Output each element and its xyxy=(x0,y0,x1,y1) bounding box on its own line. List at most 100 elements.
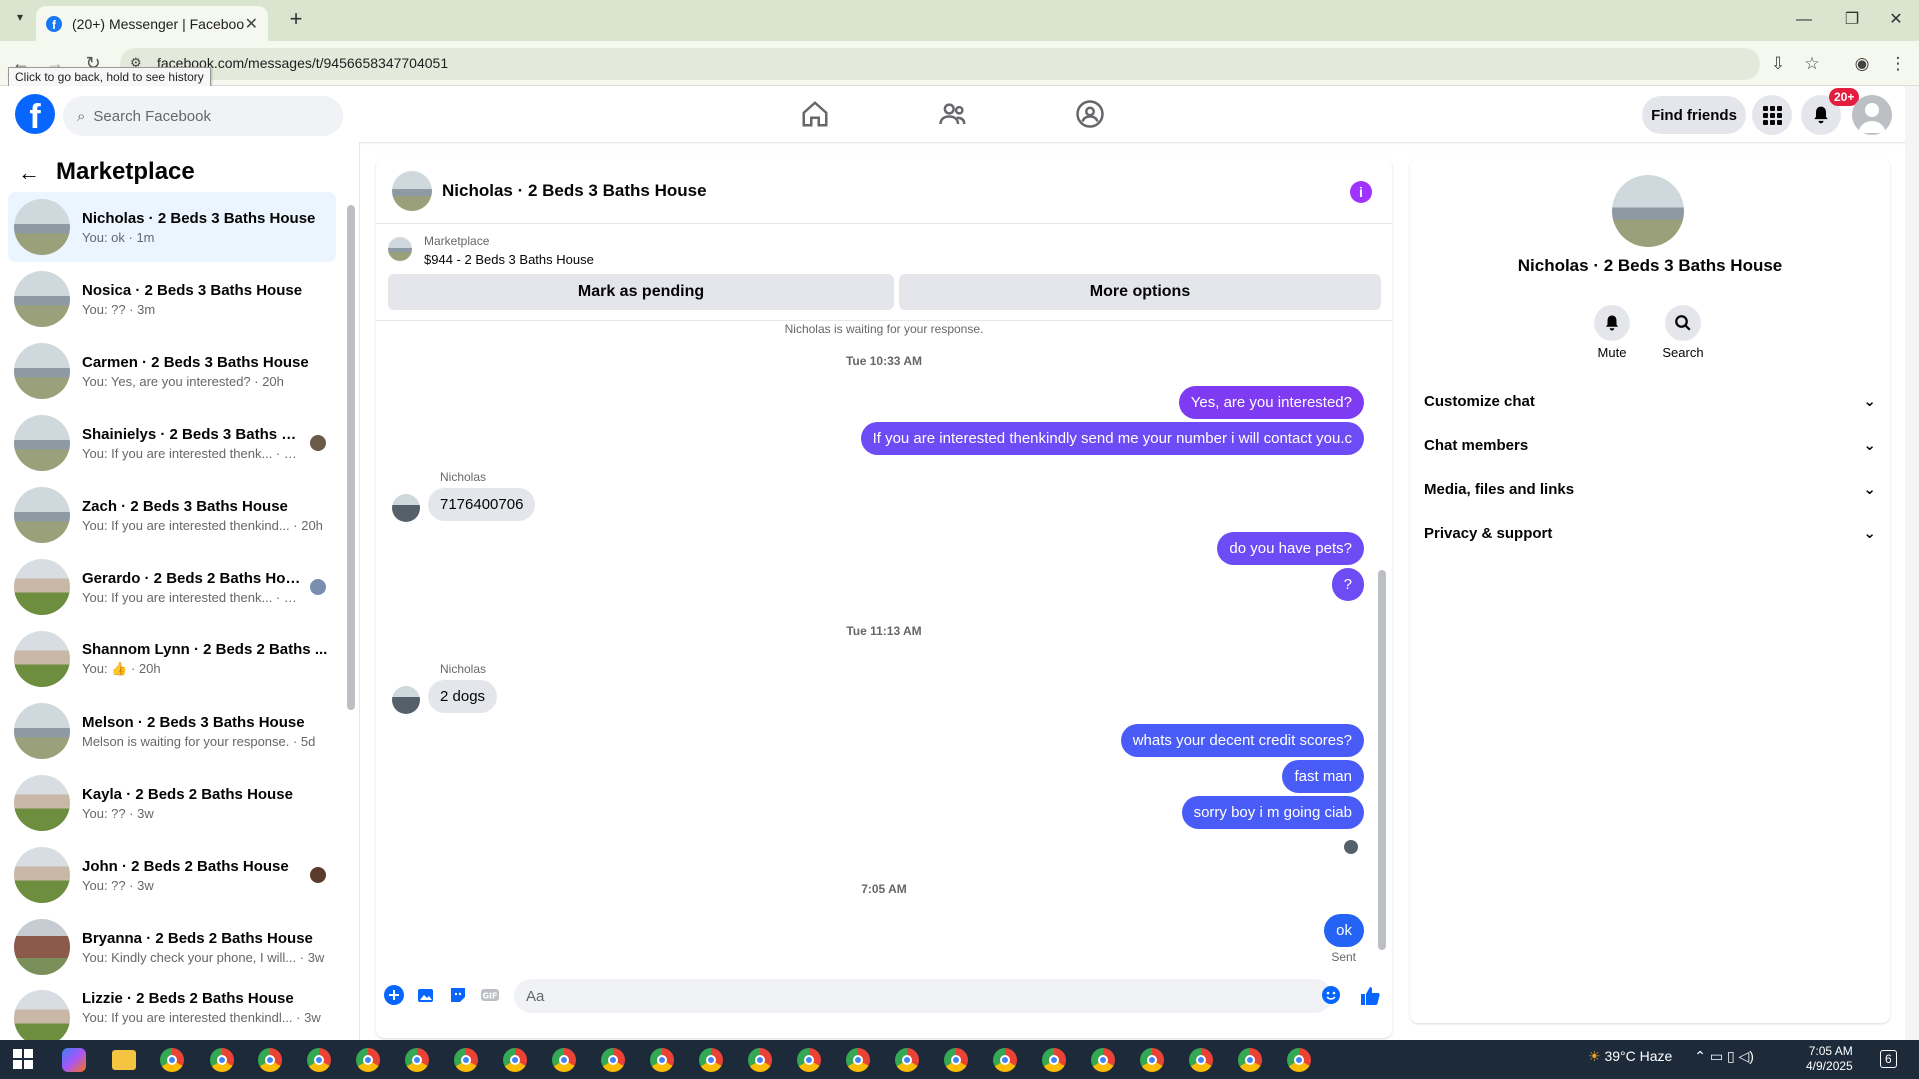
listing-thumbnail xyxy=(14,631,70,687)
chrome-icon[interactable] xyxy=(1091,1048,1115,1072)
conversation-item[interactable]: Shannom Lynn · 2 Beds 2 Baths ... You: 👍 … xyxy=(8,624,336,694)
conversation-item[interactable]: Kayla · 2 Beds 2 Baths House You: ?? · 3w xyxy=(8,768,336,838)
back-arrow-icon[interactable]: ← xyxy=(18,160,40,186)
add-plus-icon[interactable] xyxy=(383,985,405,1007)
close-tab-icon[interactable]: ✕ xyxy=(245,14,258,34)
chrome-icon[interactable] xyxy=(699,1048,723,1072)
chrome-icon[interactable] xyxy=(356,1048,380,1072)
outgoing-message[interactable]: ? xyxy=(1331,568,1364,601)
outgoing-message[interactable]: ok xyxy=(1324,914,1364,947)
chrome-icon[interactable] xyxy=(1287,1048,1311,1072)
info-icon[interactable]: i xyxy=(1350,181,1372,203)
conversation-item[interactable]: Bryanna · 2 Beds 2 Baths House You: Kindl… xyxy=(8,912,336,982)
like-thumbs-up-icon[interactable] xyxy=(1359,985,1381,1007)
chrome-icon[interactable] xyxy=(1238,1048,1262,1072)
outgoing-message[interactable]: Yes, are you interested? xyxy=(1178,386,1364,419)
chrome-icon[interactable] xyxy=(405,1048,429,1072)
profile-icon[interactable]: ◉ xyxy=(1850,52,1874,76)
chrome-icon[interactable] xyxy=(944,1048,968,1072)
chrome-icon[interactable] xyxy=(258,1048,282,1072)
sender-avatar[interactable] xyxy=(392,494,420,522)
sticker-icon[interactable] xyxy=(447,985,469,1007)
chat-members-row[interactable]: Chat members ⌄ xyxy=(1424,427,1876,463)
outgoing-message[interactable]: sorry boy i m going ciab xyxy=(1181,796,1364,829)
facebook-logo-icon[interactable]: f xyxy=(15,94,55,134)
chrome-icon[interactable] xyxy=(895,1048,919,1072)
close-window-icon[interactable]: ✕ xyxy=(1876,6,1916,34)
chrome-icon[interactable] xyxy=(846,1048,870,1072)
customize-chat-row[interactable]: Customize chat ⌄ xyxy=(1424,383,1876,419)
gif-icon[interactable]: GIF xyxy=(479,985,501,1007)
message-scrollbar[interactable] xyxy=(1378,570,1386,950)
message-input[interactable]: Aa xyxy=(514,979,1332,1013)
input-placeholder: Aa xyxy=(526,987,545,1005)
conversation-item[interactable]: Zach · 2 Beds 3 Baths House You: If you a… xyxy=(8,480,336,550)
copilot-icon[interactable] xyxy=(62,1048,86,1072)
chrome-icon[interactable] xyxy=(797,1048,821,1072)
search-chat-icon[interactable] xyxy=(1665,305,1701,341)
media-files-links-row[interactable]: Media, files and links ⌄ xyxy=(1424,471,1876,507)
weather-widget[interactable]: ☀ 39°C Haze ⌃ ▭ ▯ ◁) xyxy=(1588,1048,1754,1065)
conversation-item[interactable]: Nosica · 2 Beds 3 Baths House You: ?? · 3… xyxy=(8,264,336,334)
conversation-name: Gerardo · 2 Beds 2 Baths House xyxy=(82,569,304,587)
chrome-icon[interactable] xyxy=(160,1048,184,1072)
sender-avatar[interactable] xyxy=(392,686,420,714)
find-friends-button[interactable]: Find friends xyxy=(1642,96,1746,134)
conversation-item[interactable]: Gerardo · 2 Beds 2 Baths House You: If yo… xyxy=(8,552,336,622)
chrome-icon[interactable] xyxy=(601,1048,625,1072)
tab-list-icon[interactable]: ▾ xyxy=(10,10,30,30)
incoming-message[interactable]: 2 dogs xyxy=(428,680,498,713)
privacy-support-row[interactable]: Privacy & support ⌄ xyxy=(1424,515,1876,551)
outgoing-message[interactable]: whats your decent credit scores? xyxy=(1120,724,1364,757)
file-explorer-icon[interactable] xyxy=(112,1050,136,1070)
tray-icons[interactable]: ⌃ ▭ ▯ ◁) xyxy=(1694,1048,1754,1064)
chrome-icon[interactable] xyxy=(307,1048,331,1072)
chat-list-scrollbar[interactable] xyxy=(347,205,355,710)
outgoing-message[interactable]: do you have pets? xyxy=(1217,532,1364,565)
account-avatar[interactable] xyxy=(1852,95,1892,135)
chrome-icon[interactable] xyxy=(454,1048,478,1072)
photo-icon[interactable] xyxy=(415,985,437,1007)
conversation-item[interactable]: Lizzie · 2 Beds 2 Baths House You: If you… xyxy=(8,984,336,1040)
browser-menu-icon[interactable]: ⋮ xyxy=(1886,52,1910,76)
conversation-item[interactable]: John · 2 Beds 2 Baths House You: ?? · 3w xyxy=(8,840,336,910)
groups-icon[interactable] xyxy=(1070,99,1110,133)
system-clock[interactable]: 7:05 AM 4/9/2025 xyxy=(1806,1044,1853,1074)
new-tab-icon[interactable]: + xyxy=(284,8,308,32)
restore-icon[interactable]: ❐ xyxy=(1832,6,1872,34)
more-options-button[interactable]: More options xyxy=(899,274,1381,310)
chrome-icon[interactable] xyxy=(650,1048,674,1072)
windows-start-icon[interactable] xyxy=(12,1048,34,1070)
page-scrollbar[interactable] xyxy=(1905,86,1919,1040)
chat-header[interactable]: Nicholas · 2 Beds 3 Baths House xyxy=(376,158,1392,224)
notification-center-icon[interactable]: 6 xyxy=(1880,1050,1897,1068)
friends-icon[interactable] xyxy=(933,99,973,133)
install-app-icon[interactable]: ⇩ xyxy=(1766,52,1790,76)
conversation-item[interactable]: Melson · 2 Beds 3 Baths House Melson is w… xyxy=(8,696,336,766)
chrome-icon[interactable] xyxy=(552,1048,576,1072)
mute-bell-icon[interactable] xyxy=(1594,305,1630,341)
conversation-item[interactable]: Shainielys · 2 Beds 3 Baths Ho... You: If… xyxy=(8,408,336,478)
outgoing-message[interactable]: fast man xyxy=(1282,760,1364,793)
emoji-icon[interactable] xyxy=(1320,985,1342,1007)
chrome-icon[interactable] xyxy=(503,1048,527,1072)
chrome-icon[interactable] xyxy=(1042,1048,1066,1072)
outgoing-message[interactable]: If you are interested thenkindly send me… xyxy=(860,422,1364,455)
listing-thumbnail xyxy=(14,487,70,543)
chrome-icon[interactable] xyxy=(993,1048,1017,1072)
menu-grid-icon[interactable] xyxy=(1752,95,1792,135)
mark-as-pending-button[interactable]: Mark as pending xyxy=(388,274,894,310)
home-icon[interactable] xyxy=(795,99,835,133)
browser-tab[interactable]: f (20+) Messenger | Facebook ✕ xyxy=(36,6,268,41)
conversation-item[interactable]: Carmen · 2 Beds 3 Baths House You: Yes, a… xyxy=(8,336,336,406)
minimize-icon[interactable]: — xyxy=(1784,6,1824,34)
chrome-icon[interactable] xyxy=(1189,1048,1213,1072)
incoming-message[interactable]: 7176400706 xyxy=(428,488,536,521)
search-facebook-input[interactable]: ⌕ Search Facebook xyxy=(63,96,343,136)
chrome-icon[interactable] xyxy=(748,1048,772,1072)
listing-price[interactable]: $944 - 2 Beds 3 Baths House xyxy=(424,252,594,267)
chrome-icon[interactable] xyxy=(210,1048,234,1072)
bookmark-star-icon[interactable]: ☆ xyxy=(1800,52,1824,76)
conversation-item[interactable]: Nicholas · 2 Beds 3 Baths House You: ok ·… xyxy=(8,192,336,262)
chrome-icon[interactable] xyxy=(1140,1048,1164,1072)
